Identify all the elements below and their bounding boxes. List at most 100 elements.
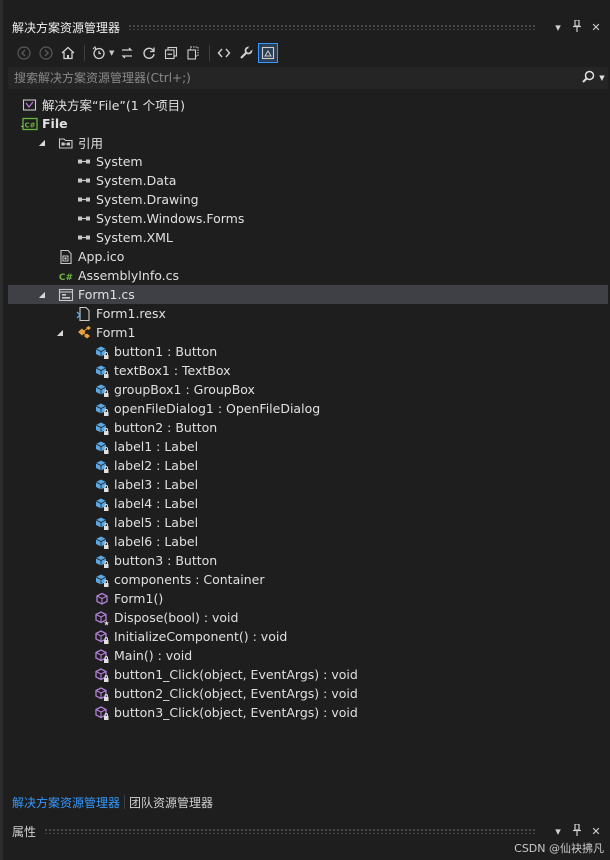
reference-icon <box>76 173 92 189</box>
tree-item[interactable]: InitializeComponent() : void <box>8 627 608 646</box>
tree-item[interactable]: button1 : Button <box>8 342 608 361</box>
pin-icon[interactable] <box>569 18 585 35</box>
properties-title: 属性 <box>12 824 37 839</box>
tree-item[interactable]: ★ Dispose(bool) : void <box>8 608 608 627</box>
home-icon[interactable] <box>58 43 78 63</box>
tree-item[interactable]: System.Windows.Forms <box>8 209 608 228</box>
expanded-arrow-icon[interactable]: ◢ <box>54 328 66 337</box>
refresh-icon[interactable] <box>139 43 159 63</box>
csharp-project-icon: C# <box>22 116 38 132</box>
field-private-icon <box>94 496 110 512</box>
search-icon[interactable] <box>580 70 596 87</box>
tree-item[interactable]: Main() : void <box>8 646 608 665</box>
dropdown-icon[interactable]: ▾ <box>550 825 566 838</box>
pin-icon[interactable] <box>569 822 585 839</box>
field-private-icon <box>94 439 110 455</box>
tree-item[interactable]: openFileDialog1 : OpenFileDialog <box>8 399 608 418</box>
tree-item-label: groupBox1 : GroupBox <box>114 382 255 397</box>
field-private-icon <box>94 420 110 436</box>
tree-item[interactable]: Form1.resx <box>8 304 608 323</box>
tree-item[interactable]: components : Container <box>8 570 608 589</box>
window-edge <box>0 0 3 860</box>
tree-item[interactable]: 解决方案“File”(1 个项目) <box>8 95 608 114</box>
chevron-down-icon[interactable]: ▼ <box>109 49 114 57</box>
panel-tabs: 解决方案资源管理器 团队资源管理器 <box>8 792 217 812</box>
tree-item-label: button1 : Button <box>114 344 218 359</box>
tree-item[interactable]: ◢C#File <box>8 114 608 133</box>
tree-item[interactable]: groupBox1 : GroupBox <box>8 380 608 399</box>
expanded-arrow-icon[interactable]: ◢ <box>36 290 48 299</box>
method-private-icon <box>94 648 110 664</box>
field-private-icon <box>94 553 110 569</box>
field-private-icon <box>94 382 110 398</box>
tree-item[interactable]: label6 : Label <box>8 532 608 551</box>
search-input[interactable] <box>14 71 580 85</box>
preview-selected-items-icon[interactable] <box>258 43 279 63</box>
tree-item-label: textBox1 : TextBox <box>114 363 231 378</box>
field-private-icon <box>94 458 110 474</box>
tree-item-label: InitializeComponent() : void <box>114 629 288 644</box>
tree-item[interactable]: button2_Click(object, EventArgs) : void <box>8 684 608 703</box>
tab-team-explorer[interactable]: 团队资源管理器 <box>125 794 217 811</box>
close-icon[interactable]: ✕ <box>588 21 604 34</box>
tree-item[interactable]: System.Drawing <box>8 190 608 209</box>
tree-item[interactable]: button2 : Button <box>8 418 608 437</box>
panel-titlebar: 解决方案资源管理器 ▾ ✕ <box>0 16 610 38</box>
tree-item[interactable]: ◢ Form1 <box>8 323 608 342</box>
field-private-icon <box>94 344 110 360</box>
field-private-icon <box>94 477 110 493</box>
forward-icon[interactable] <box>36 43 56 63</box>
back-icon[interactable] <box>14 43 34 63</box>
view-code-icon[interactable] <box>214 43 234 63</box>
tree-item[interactable]: button1_Click(object, EventArgs) : void <box>8 665 608 684</box>
toolbar-separator <box>84 45 85 61</box>
tree-item-label: button2 : Button <box>114 420 218 435</box>
tree-item-label: label5 : Label <box>114 515 199 530</box>
drag-grip[interactable] <box>128 24 537 30</box>
method-public-icon <box>94 591 110 607</box>
field-private-icon <box>94 572 110 588</box>
sync-icon[interactable] <box>117 43 137 63</box>
tree-item[interactable]: button3 : Button <box>8 551 608 570</box>
csharp-file-icon: C# <box>58 268 74 284</box>
drag-grip[interactable] <box>44 828 537 834</box>
collapse-all-icon[interactable] <box>161 43 181 63</box>
dropdown-icon[interactable]: ▾ <box>550 21 566 34</box>
tree-item[interactable]: label3 : Label <box>8 475 608 494</box>
tree-item[interactable]: App.ico <box>8 247 608 266</box>
tree-item-label: System.Data <box>96 173 177 188</box>
show-all-files-icon[interactable] <box>183 43 203 63</box>
tree-item[interactable]: Form1() <box>8 589 608 608</box>
tree-item[interactable]: label5 : Label <box>8 513 608 532</box>
tree-item[interactable]: System.XML <box>8 228 608 247</box>
tree-item[interactable]: label1 : Label <box>8 437 608 456</box>
tree-item[interactable]: System <box>8 152 608 171</box>
history-icon[interactable] <box>89 43 109 63</box>
tree-item[interactable]: button3_Click(object, EventArgs) : void <box>8 703 608 722</box>
toolbar-separator <box>209 45 211 61</box>
tree-item-label: Main() : void <box>114 648 193 663</box>
close-icon[interactable]: ✕ <box>588 825 604 838</box>
tree-item[interactable]: label4 : Label <box>8 494 608 513</box>
tree-item[interactable]: C# AssemblyInfo.cs <box>8 266 608 285</box>
tree-item[interactable]: textBox1 : TextBox <box>8 361 608 380</box>
method-private-icon <box>94 705 110 721</box>
tree-item[interactable]: System.Data <box>8 171 608 190</box>
tree-item-label: label2 : Label <box>114 458 199 473</box>
tree-item-label: button1_Click(object, EventArgs) : void <box>114 667 358 682</box>
search-options-dropdown-icon[interactable]: ▼ <box>596 74 608 82</box>
tree-item-label: button3_Click(object, EventArgs) : void <box>114 705 358 720</box>
reference-icon <box>76 211 92 227</box>
tree-item-label: AssemblyInfo.cs <box>78 268 180 283</box>
wrench-icon[interactable] <box>236 43 256 63</box>
reference-icon <box>76 154 92 170</box>
tree-item-label: System.Drawing <box>96 192 199 207</box>
expanded-arrow-icon[interactable]: ◢ <box>36 138 48 147</box>
reference-icon <box>76 192 92 208</box>
tab-solution-explorer[interactable]: 解决方案资源管理器 <box>8 794 124 811</box>
tree-item[interactable]: ◢ Form1.cs <box>8 285 608 304</box>
tree-item-label: App.ico <box>78 249 125 264</box>
tree-item[interactable]: ◢ 引用 <box>8 133 608 152</box>
tree-item[interactable]: label2 : Label <box>8 456 608 475</box>
solution-icon <box>22 97 38 113</box>
